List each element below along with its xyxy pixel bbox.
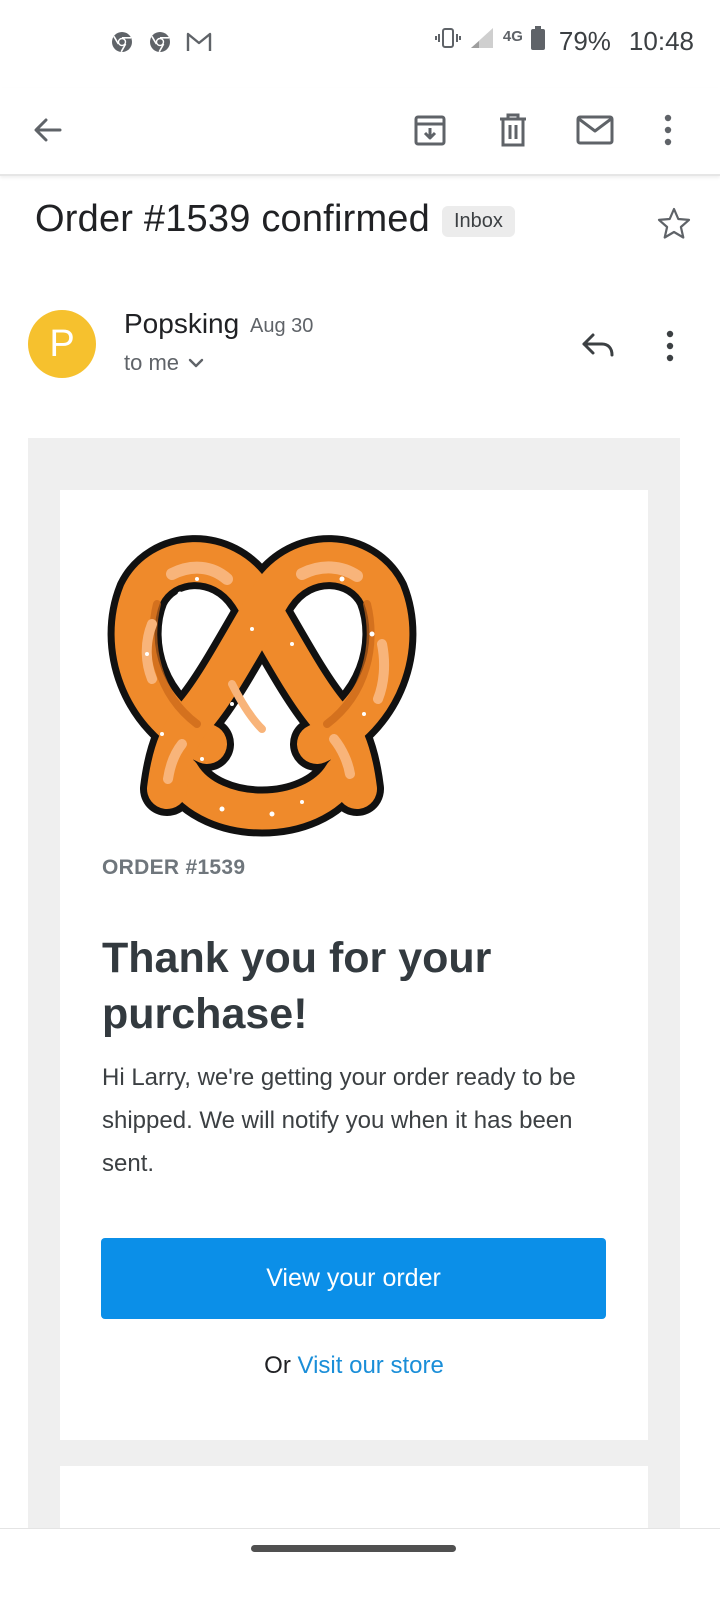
signal-icon: [469, 26, 495, 57]
chevron-down-icon: [188, 358, 204, 368]
order-card: ORDER #1539 Thank you for your purchase!…: [60, 490, 648, 1440]
sender-name: Popsking: [124, 308, 240, 339]
email-body-frame: ORDER #1539 Thank you for your purchase!…: [28, 438, 680, 1528]
thank-you-heading: Thank you for your purchase!: [102, 934, 492, 1038]
back-arrow-icon: [34, 118, 62, 142]
back-button[interactable]: [20, 102, 76, 158]
visit-store-row: Or Visit our store: [60, 1352, 648, 1380]
recipient-details-toggle[interactable]: to me: [124, 350, 205, 376]
reply-icon: [582, 333, 614, 357]
more-vert-icon: [666, 330, 674, 362]
more-options-button[interactable]: [640, 102, 696, 158]
next-section-card: [60, 1466, 648, 1528]
or-text: Or: [264, 1352, 291, 1379]
archive-button[interactable]: [402, 102, 458, 158]
order-number-label: ORDER #1539: [102, 856, 246, 879]
home-indicator[interactable]: [251, 1545, 456, 1552]
archive-icon: [414, 115, 446, 146]
inbox-label-chip[interactable]: Inbox: [441, 206, 515, 237]
network-type: 4G: [502, 28, 523, 45]
email-toolbar: [0, 88, 720, 176]
more-vert-icon: [664, 114, 672, 146]
vibrate-icon: [434, 26, 461, 57]
delete-icon: [500, 113, 526, 147]
order-message-text: Hi Larry, we're getting your order ready…: [102, 1064, 576, 1177]
mark-unread-icon: [576, 115, 614, 145]
reply-button[interactable]: [572, 320, 624, 372]
recipient-text: to me: [124, 350, 180, 375]
email-date: Aug 30: [250, 315, 314, 337]
view-order-button[interactable]: View your order: [101, 1238, 606, 1319]
mark-unread-button[interactable]: [567, 102, 623, 158]
subject-row: Order #1539 confirmed Inbox: [35, 198, 515, 241]
notification-icons: [110, 30, 212, 59]
pretzel-logo: [107, 535, 417, 837]
email-subject: Order #1539 confirmed: [35, 198, 430, 240]
gesture-nav-bar: [0, 1528, 720, 1601]
status-bar: 4G 79% 10:48: [0, 0, 720, 88]
visit-store-link[interactable]: Visit our store: [298, 1352, 444, 1379]
system-indicators: 4G 79% 10:48: [434, 26, 694, 57]
chrome-icon: [110, 30, 134, 59]
star-button[interactable]: [650, 200, 698, 248]
star-icon: [657, 207, 691, 239]
chrome-icon: [148, 30, 172, 59]
battery-percent: 79%: [558, 26, 611, 56]
gmail-icon: [186, 31, 212, 58]
sender-row: P Popsking Aug 30 to me: [0, 300, 720, 390]
clock: 10:48: [628, 26, 694, 56]
battery-icon: [530, 26, 545, 57]
sender-avatar[interactable]: P: [28, 310, 96, 378]
message-more-button[interactable]: [648, 320, 692, 372]
delete-button[interactable]: [485, 102, 541, 158]
